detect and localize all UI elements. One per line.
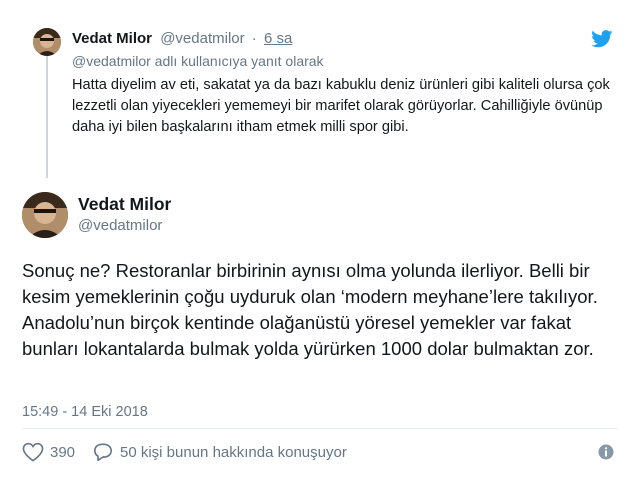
parent-tweet-time[interactable]: 6 sa <box>264 30 292 47</box>
main-tweet-text: Sonuç ne? Restoranlar birbirinin aynısı … <box>22 260 598 359</box>
main-avatar[interactable] <box>22 192 68 238</box>
parent-tweet-header: Vedat Milor @vedatmilor · 6 sa <box>72 30 292 47</box>
main-tweet-header: Vedat Milor @vedatmilor <box>22 190 622 240</box>
parent-author-name[interactable]: Vedat Milor <box>72 30 152 47</box>
like-button[interactable]: 390 <box>22 440 75 464</box>
main-author-name[interactable]: Vedat Milor <box>78 194 171 215</box>
like-count: 390 <box>50 443 76 461</box>
separator-dot: · <box>251 30 257 47</box>
conversation-count-text: 50 kişi bunun hakkında konuşuyor <box>120 443 347 461</box>
speech-bubble-icon <box>94 443 112 462</box>
avatar[interactable] <box>33 28 61 56</box>
conversation-button[interactable]: 50 kişi bunun hakkında konuşuyor <box>92 440 347 464</box>
main-tweet-timestamp[interactable]: 15:49 - 14 Eki 2018 <box>22 404 148 420</box>
divider <box>22 428 618 429</box>
info-icon[interactable] <box>598 444 614 460</box>
parent-tweet[interactable]: Vedat Milor @vedatmilor · 6 sa @vedatmil… <box>0 0 640 190</box>
parent-tweet-text: Hatta diyelim av eti, sakatat ya da bazı… <box>72 77 610 135</box>
twitter-bird-icon[interactable] <box>591 30 613 48</box>
heart-icon <box>22 442 44 462</box>
tweet-actions: 390 50 kişi bunun hakkında konuşuyor <box>22 440 618 464</box>
reply-context[interactable]: @vedatmilor adlı kullanıcıya yanıt olara… <box>72 53 324 69</box>
main-author-handle[interactable]: @vedatmilor <box>78 217 162 234</box>
parent-author-handle[interactable]: @vedatmilor <box>160 30 244 47</box>
thread-connector-line <box>46 56 48 178</box>
